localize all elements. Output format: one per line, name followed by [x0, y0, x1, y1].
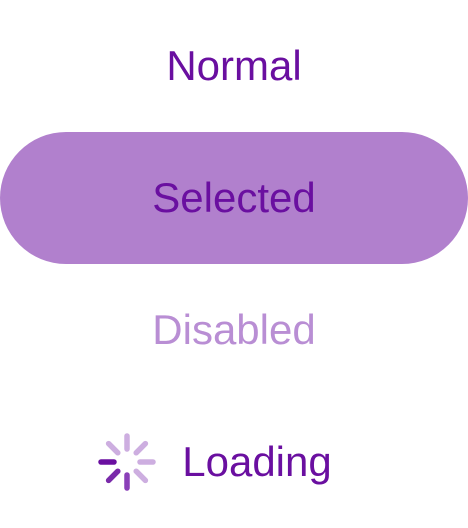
- option-normal[interactable]: Normal: [0, 0, 468, 132]
- option-normal-label: Normal: [166, 42, 302, 89]
- spinner-icon: [98, 433, 156, 491]
- option-selected[interactable]: Selected: [0, 132, 468, 264]
- option-disabled-label: Disabled: [152, 306, 316, 353]
- option-selected-label: Selected: [152, 174, 316, 221]
- option-disabled: Disabled: [0, 264, 468, 396]
- option-loading-label: Loading: [182, 438, 332, 485]
- option-loading[interactable]: Loading: [0, 396, 468, 528]
